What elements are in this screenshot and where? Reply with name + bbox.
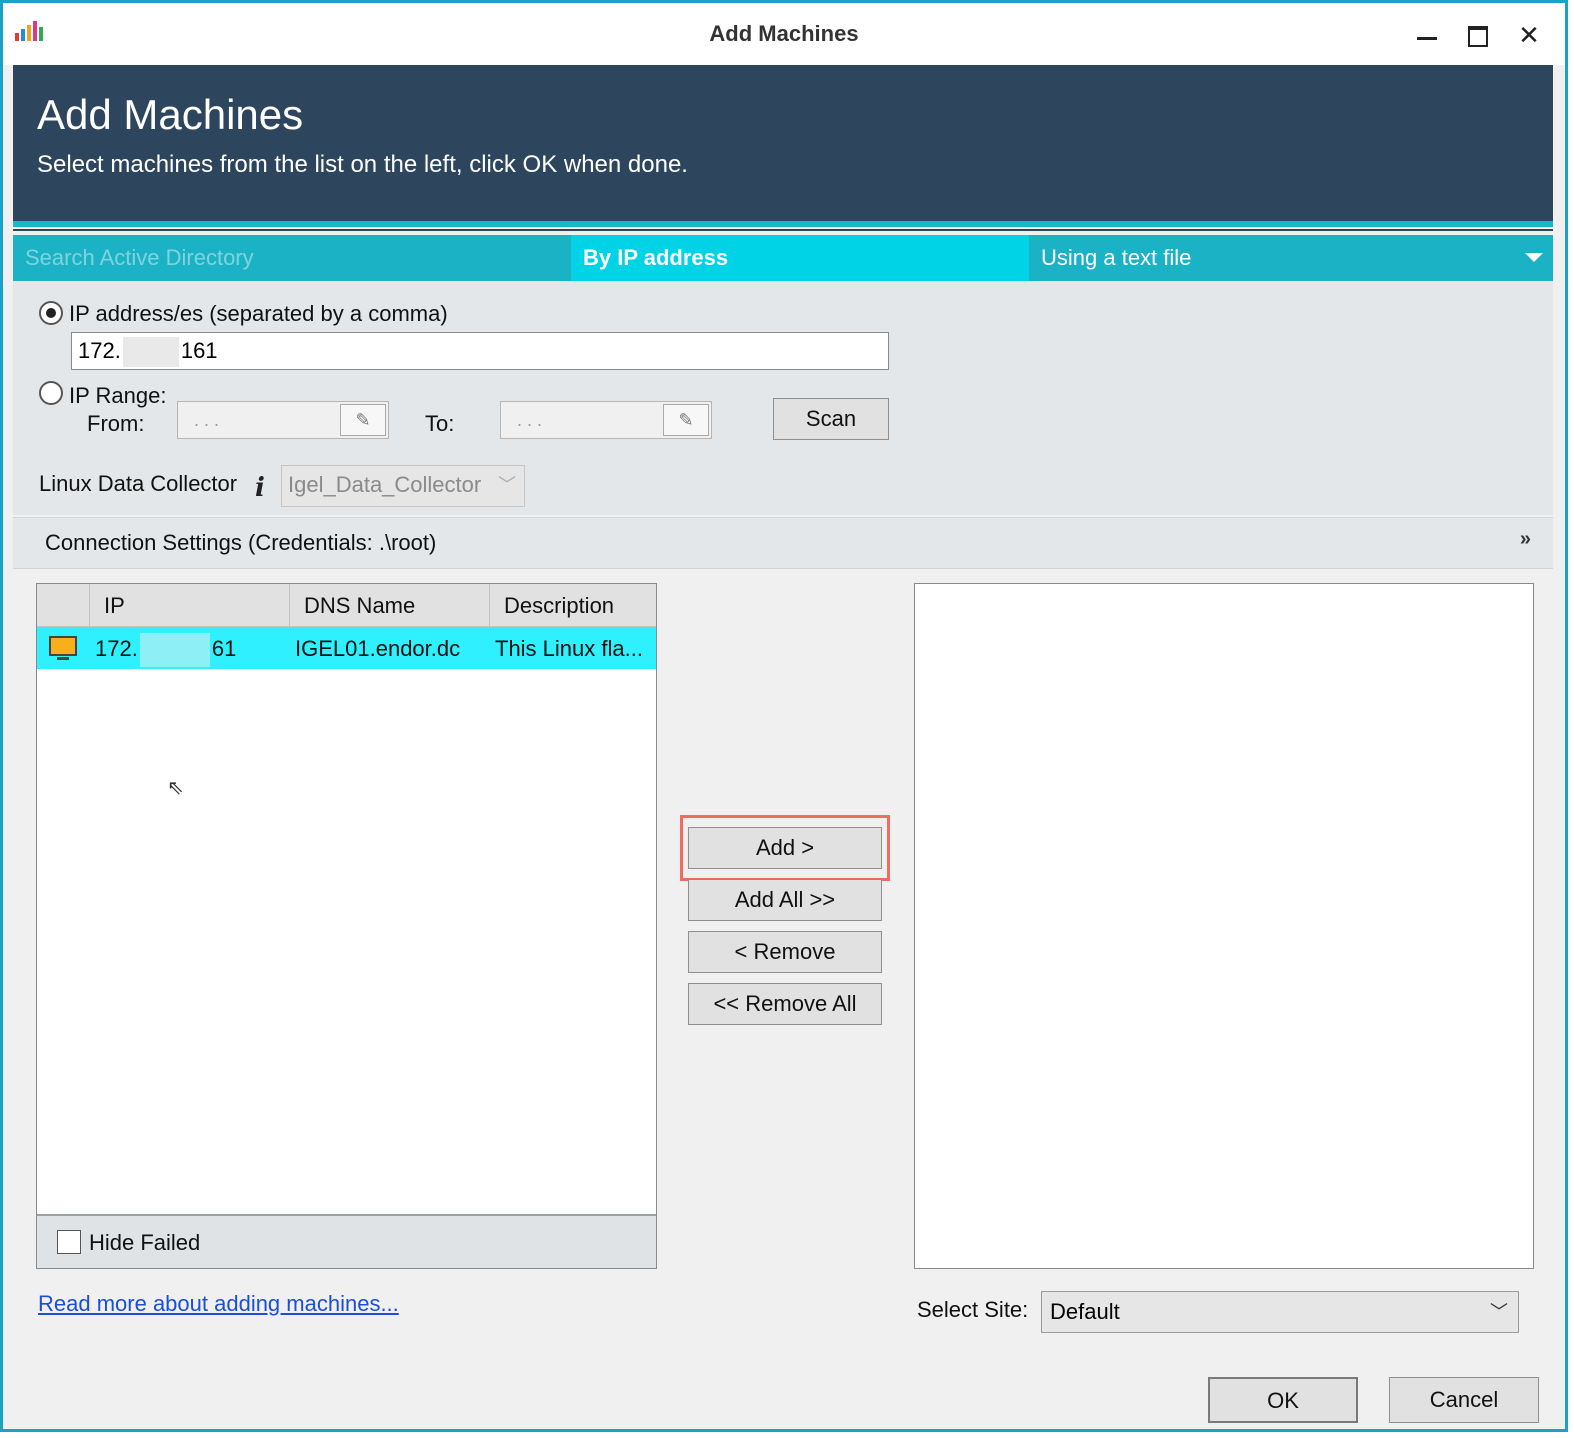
grid-header-icon-col bbox=[37, 584, 89, 626]
edit-pencil-icon[interactable]: ✎ bbox=[340, 404, 386, 436]
header-stripe bbox=[13, 221, 1553, 227]
range-to-input[interactable]: . . . ✎ bbox=[500, 401, 712, 439]
header-divider bbox=[13, 229, 1553, 231]
linux-data-collector-select: Igel_Data_Collector ﹀ bbox=[281, 465, 525, 507]
range-from-value: . . . bbox=[194, 410, 220, 430]
edit-pencil-icon[interactable]: ✎ bbox=[663, 404, 709, 436]
ip-address-suffix: 161 bbox=[180, 338, 218, 363]
row-ip-prefix: 172. bbox=[95, 636, 138, 661]
row-dns-cell: IGEL01.endor.dc bbox=[295, 636, 461, 661]
remove-all-button[interactable]: << Remove All bbox=[688, 983, 882, 1025]
select-site-label: Select Site: bbox=[917, 1297, 1029, 1322]
expand-chevron-icon[interactable]: » bbox=[1520, 528, 1531, 551]
table-row[interactable]: 172. 61 IGEL01.endor.dc This Linux fla... bbox=[37, 627, 656, 669]
ip-addresses-label: IP address/es (separated by a comma) bbox=[69, 301, 448, 326]
page-subtitle: Select machines from the list on the lef… bbox=[37, 151, 688, 178]
ip-addresses-radio[interactable] bbox=[39, 301, 63, 325]
ok-button[interactable]: OK bbox=[1208, 1377, 1358, 1423]
minimize-button[interactable] bbox=[1407, 17, 1447, 53]
connection-settings-bar[interactable]: Connection Settings (Credentials: .\root… bbox=[13, 517, 1553, 569]
hide-failed-checkbox[interactable] bbox=[57, 1230, 81, 1254]
close-button[interactable]: ✕ bbox=[1509, 17, 1549, 53]
add-button[interactable]: Add > bbox=[688, 827, 882, 869]
row-ip-suffix: 61 bbox=[211, 636, 237, 661]
column-header-description[interactable]: Description bbox=[489, 584, 658, 626]
chevron-down-icon: ﹀ bbox=[498, 475, 516, 495]
method-tabs: Search Active Directory By IP address Us… bbox=[13, 235, 1553, 281]
select-site-value: Default bbox=[1050, 1299, 1120, 1324]
range-to-value: . . . bbox=[517, 410, 543, 430]
redacted-block bbox=[139, 633, 210, 668]
cancel-button[interactable]: Cancel bbox=[1389, 1377, 1539, 1423]
tab-using-text-file[interactable]: Using a text file bbox=[1029, 235, 1553, 281]
scan-button[interactable]: Scan bbox=[773, 398, 889, 440]
column-header-dns-name[interactable]: DNS Name bbox=[289, 584, 489, 626]
select-site-dropdown[interactable]: Default ﹀ bbox=[1041, 1291, 1519, 1333]
header-banner: Add Machines Select machines from the li… bbox=[13, 65, 1553, 223]
to-label: To: bbox=[425, 411, 455, 436]
from-label: From: bbox=[87, 411, 145, 436]
page-title: Add Machines bbox=[37, 91, 304, 138]
add-machines-window: Add Machines ✕ Add Machines Select machi… bbox=[0, 0, 1568, 1432]
read-more-link[interactable]: Read more about adding machines... bbox=[38, 1291, 399, 1317]
window-title: Add Machines bbox=[709, 21, 859, 46]
collector-value: Igel_Data_Collector bbox=[288, 472, 482, 497]
grid-header: IP DNS Name Description bbox=[37, 584, 656, 627]
ip-options-panel: IP address/es (separated by a comma) 172… bbox=[13, 281, 1553, 515]
tabs-dropdown-icon[interactable] bbox=[1525, 253, 1543, 262]
chevron-down-icon: ﹀ bbox=[1490, 1302, 1508, 1322]
tab-search-active-directory[interactable]: Search Active Directory bbox=[13, 235, 569, 281]
redacted-block bbox=[122, 337, 179, 368]
tab-by-ip-address[interactable]: By IP address bbox=[571, 235, 1029, 281]
available-machines-grid: IP DNS Name Description 172. 61 IGEL01.en… bbox=[36, 583, 657, 1269]
column-header-ip[interactable]: IP bbox=[89, 584, 289, 626]
linux-data-collector-label: Linux Data Collector bbox=[39, 471, 238, 496]
maximize-button[interactable] bbox=[1457, 17, 1497, 53]
monitor-icon bbox=[49, 636, 77, 660]
row-description-cell: This Linux fla... bbox=[495, 636, 643, 661]
ip-address-prefix: 172. bbox=[78, 338, 121, 363]
info-icon[interactable]: i bbox=[255, 473, 265, 503]
row-ip-cell: 172. 61 bbox=[95, 627, 285, 669]
range-from-input[interactable]: . . . ✎ bbox=[177, 401, 389, 439]
hide-failed-label: Hide Failed bbox=[89, 1230, 201, 1255]
ip-addresses-input[interactable]: 172. 161 bbox=[71, 332, 889, 370]
add-all-button[interactable]: Add All >> bbox=[688, 879, 882, 921]
mouse-cursor-icon: ⇖ bbox=[167, 777, 184, 799]
connection-settings-label: Connection Settings (Credentials: .\root… bbox=[45, 530, 437, 555]
selected-machines-list[interactable] bbox=[914, 583, 1534, 1269]
title-bar: Add Machines ✕ bbox=[3, 3, 1565, 65]
grid-footer: Hide Failed bbox=[37, 1214, 656, 1268]
ip-range-radio[interactable] bbox=[39, 381, 63, 405]
ip-range-label: IP Range: bbox=[69, 383, 167, 408]
remove-button[interactable]: < Remove bbox=[688, 931, 882, 973]
